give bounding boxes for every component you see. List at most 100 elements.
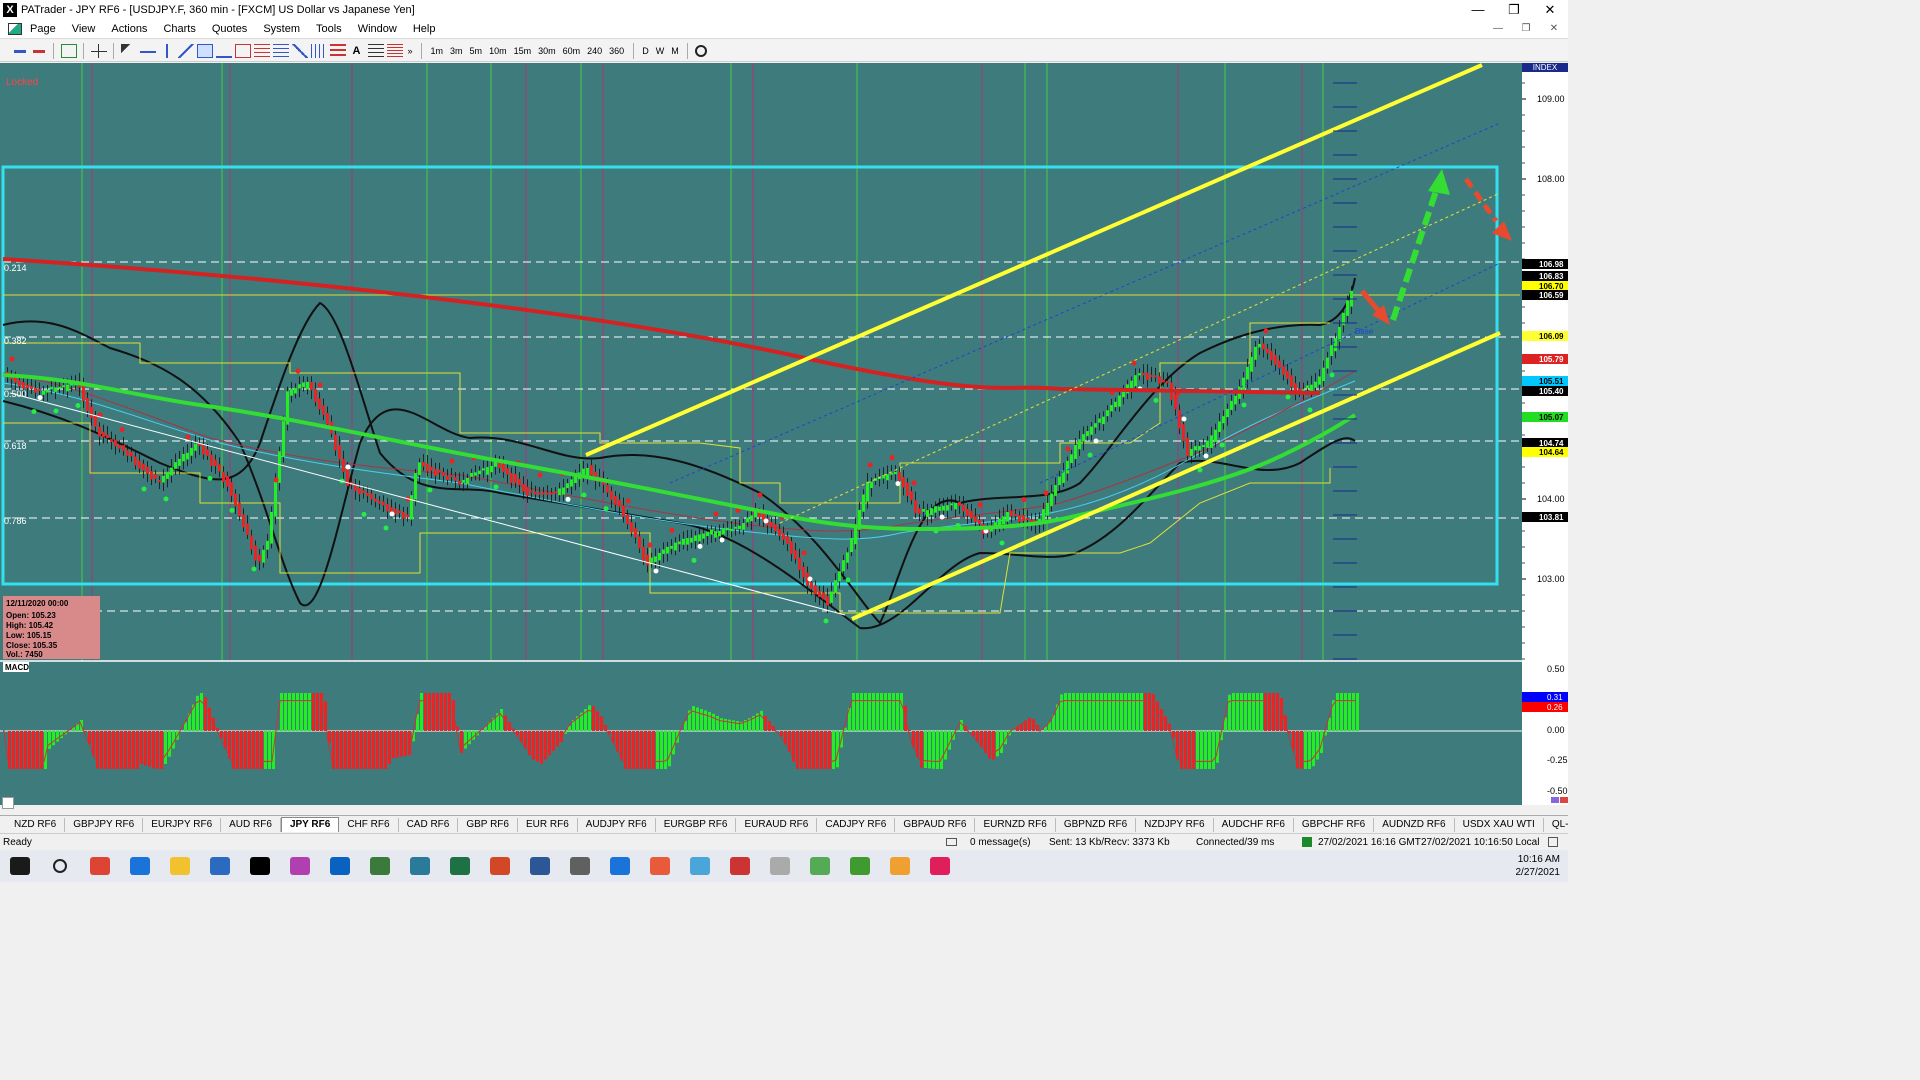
tab-chf-rf6[interactable]: CHF RF6 bbox=[339, 817, 399, 832]
taskbar-clock[interactable]: 10:16 AM 2/27/2021 bbox=[1516, 853, 1561, 879]
app-icon[interactable] bbox=[840, 850, 880, 882]
period-daily[interactable]: D bbox=[639, 46, 653, 56]
app-icon[interactable] bbox=[200, 850, 240, 882]
tab-gbpjpy-rf6[interactable]: GBPJPY RF6 bbox=[65, 817, 144, 832]
channel-icon[interactable] bbox=[196, 43, 213, 58]
fibonacci-icon[interactable] bbox=[253, 43, 270, 58]
timeframe-60m[interactable]: 60m bbox=[559, 46, 584, 56]
gann-icon[interactable] bbox=[291, 43, 308, 58]
link-icon[interactable] bbox=[11, 43, 28, 58]
timeframe-5m[interactable]: 5m bbox=[466, 46, 486, 56]
chart-scroll-button[interactable] bbox=[2, 797, 14, 809]
app-icon[interactable] bbox=[280, 850, 320, 882]
menu-help[interactable]: Help bbox=[405, 23, 444, 35]
unlink-icon[interactable] bbox=[30, 43, 47, 58]
tab-nzd-rf6[interactable]: NZD RF6 bbox=[6, 817, 66, 832]
tab-eurjpy-rf6[interactable]: EURJPY RF6 bbox=[143, 817, 222, 832]
trend-line-icon[interactable] bbox=[177, 43, 194, 58]
tab-gbpaud-rf6[interactable]: GBPAUD RF6 bbox=[895, 817, 976, 832]
mdi-close-button[interactable]: ✕ bbox=[1540, 23, 1568, 34]
app-icon[interactable] bbox=[760, 850, 800, 882]
text-icon[interactable]: A bbox=[349, 44, 365, 58]
excel-icon[interactable] bbox=[440, 850, 480, 882]
menu-window[interactable]: Window bbox=[350, 23, 405, 35]
toolbar-overflow-button[interactable]: » bbox=[404, 46, 416, 56]
period-monthly[interactable]: M bbox=[668, 46, 683, 56]
app-icon[interactable] bbox=[400, 850, 440, 882]
message-envelope-icon[interactable] bbox=[946, 838, 957, 846]
tab-eur-rf6[interactable]: EUR RF6 bbox=[518, 817, 578, 832]
resize-grip-icon[interactable] bbox=[1548, 837, 1558, 847]
tab-ql-majors[interactable]: QL-Majors bbox=[1544, 818, 1568, 832]
app-icon[interactable] bbox=[600, 850, 640, 882]
tab-cadjpy-rf6[interactable]: CADJPY RF6 bbox=[817, 817, 896, 832]
crosshair-icon[interactable] bbox=[90, 43, 107, 58]
rectangle-icon[interactable] bbox=[234, 43, 251, 58]
clock-icon[interactable] bbox=[694, 44, 707, 57]
status-messages[interactable]: 0 message(s) bbox=[970, 837, 1031, 848]
app-icon[interactable] bbox=[680, 850, 720, 882]
search-icon[interactable] bbox=[40, 850, 80, 882]
tab-eurgbp-rf6[interactable]: EURGBP RF6 bbox=[656, 817, 737, 832]
tab-jpy-rf6[interactable]: JPY RF6 bbox=[280, 817, 340, 832]
menu-page[interactable]: Page bbox=[22, 23, 64, 35]
tab-audjpy-rf6[interactable]: AUDJPY RF6 bbox=[578, 817, 656, 832]
edge-icon[interactable] bbox=[120, 850, 160, 882]
app-icon[interactable] bbox=[560, 850, 600, 882]
maximize-button[interactable]: ❐ bbox=[1496, 2, 1532, 18]
word-icon[interactable] bbox=[520, 850, 560, 882]
tab-eurnzd-rf6[interactable]: EURNZD RF6 bbox=[975, 817, 1056, 832]
timeframe-360[interactable]: 360 bbox=[606, 46, 628, 56]
chart-area[interactable]: INDEX 109.00 108.00 104.00 103.00 106.98 106… bbox=[0, 63, 1568, 805]
tab-audnzd-rf6[interactable]: AUDNZD RF6 bbox=[1374, 817, 1455, 832]
cycle-lines-icon[interactable] bbox=[310, 43, 327, 58]
app-icon[interactable] bbox=[640, 850, 680, 882]
menu-tools[interactable]: Tools bbox=[308, 23, 350, 35]
app-icon[interactable] bbox=[800, 850, 840, 882]
calculator-icon[interactable] bbox=[360, 850, 400, 882]
tab-gbpchf-rf6[interactable]: GBPCHF RF6 bbox=[1294, 817, 1375, 832]
timeframe-15m[interactable]: 15m bbox=[510, 46, 535, 56]
panel-close-icon[interactable] bbox=[1560, 797, 1568, 803]
tab-euraud-rf6[interactable]: EURAUD RF6 bbox=[736, 817, 818, 832]
tab-cad-rf6[interactable]: CAD RF6 bbox=[399, 817, 459, 832]
delete-drawings-icon[interactable] bbox=[386, 43, 403, 58]
pointer-icon[interactable] bbox=[120, 43, 137, 58]
period-weekly[interactable]: W bbox=[652, 46, 668, 56]
timeframe-30m[interactable]: 30m bbox=[535, 46, 560, 56]
levels-icon[interactable] bbox=[367, 43, 384, 58]
horizontal-line-icon[interactable] bbox=[139, 43, 156, 58]
mdi-minimize-button[interactable]: — bbox=[1484, 23, 1512, 34]
menu-view[interactable]: View bbox=[64, 23, 104, 35]
price-chart[interactable]: INDEX 109.00 108.00 104.00 103.00 106.98 106… bbox=[0, 63, 1568, 805]
tab-gbp-rf6[interactable]: GBP RF6 bbox=[458, 817, 518, 832]
menu-system[interactable]: System bbox=[255, 23, 308, 35]
tab-aud-rf6[interactable]: AUD RF6 bbox=[221, 817, 281, 832]
outlook-icon[interactable] bbox=[320, 850, 360, 882]
timeframe-1m[interactable]: 1m bbox=[427, 46, 447, 56]
chart-type-icon[interactable] bbox=[60, 43, 77, 58]
powerpoint-icon[interactable] bbox=[480, 850, 520, 882]
regression-icon[interactable] bbox=[215, 44, 232, 58]
patrader-icon[interactable] bbox=[240, 850, 280, 882]
mdi-restore-button[interactable]: ❐ bbox=[1512, 23, 1540, 34]
file-explorer-icon[interactable] bbox=[160, 850, 200, 882]
timeframe-240[interactable]: 240 bbox=[584, 46, 606, 56]
menu-charts[interactable]: Charts bbox=[155, 23, 203, 35]
app-icon[interactable] bbox=[880, 850, 920, 882]
vertical-line-icon[interactable] bbox=[158, 43, 175, 58]
windows-start-icon[interactable] bbox=[0, 850, 40, 882]
timeframe-10m[interactable]: 10m bbox=[486, 46, 511, 56]
tab-gbpnzd-rf6[interactable]: GBPNZD RF6 bbox=[1056, 817, 1137, 832]
fib-fan-icon[interactable] bbox=[272, 43, 289, 58]
timeframe-3m[interactable]: 3m bbox=[447, 46, 467, 56]
chrome-icon[interactable] bbox=[80, 850, 120, 882]
minimize-button[interactable]: — bbox=[1460, 2, 1496, 17]
page-icon[interactable] bbox=[8, 22, 22, 35]
panel-control-icon[interactable] bbox=[1551, 797, 1559, 803]
menu-actions[interactable]: Actions bbox=[103, 23, 155, 35]
close-button[interactable]: ✕ bbox=[1532, 2, 1568, 18]
app-icon[interactable] bbox=[720, 850, 760, 882]
menu-quotes[interactable]: Quotes bbox=[204, 23, 255, 35]
tab-nzdjpy-rf6[interactable]: NZDJPY RF6 bbox=[1136, 817, 1214, 832]
